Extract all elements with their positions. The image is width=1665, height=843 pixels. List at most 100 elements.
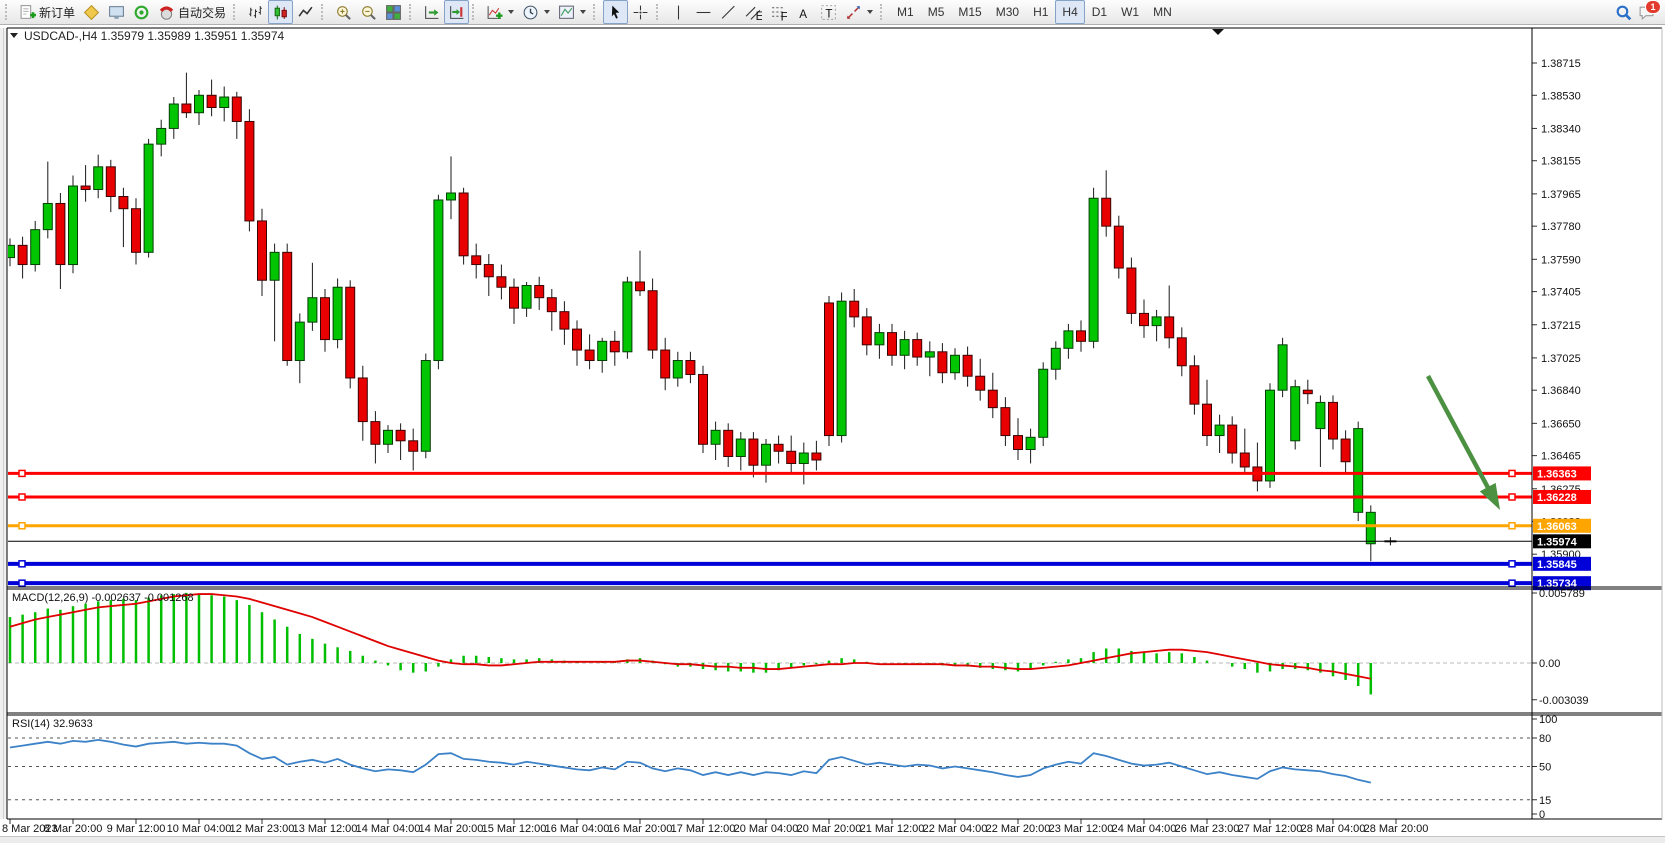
tf-m5-label: M5	[928, 5, 945, 19]
bear-candle	[182, 104, 191, 113]
svg-text:1.36063: 1.36063	[1537, 521, 1577, 533]
price-tick-label: 1.37025	[1541, 353, 1581, 365]
bear-candle	[81, 186, 90, 189]
time-tick-label: 13 Mar 12:00	[293, 823, 358, 835]
auto-scroll-button[interactable]	[419, 0, 444, 24]
tf-mn-label: MN	[1153, 5, 1172, 19]
time-tick-label: 22 Mar 04:00	[923, 823, 988, 835]
candlestick-chart-button[interactable]	[268, 0, 293, 24]
cursor-button[interactable]	[603, 0, 628, 24]
bull-candle	[1026, 437, 1035, 449]
vertical-line-button[interactable]	[666, 0, 691, 24]
trendline-button[interactable]	[716, 0, 741, 24]
bar-chart-button[interactable]	[243, 0, 268, 24]
horizontal-line-button[interactable]	[691, 0, 716, 24]
support-line-blue-2-handle[interactable]	[1509, 580, 1515, 586]
bear-candle	[510, 287, 519, 308]
time-tick-label: 22 Mar 20:00	[986, 823, 1051, 835]
symbol-ohlc-title: USDCAD-,H4 1.35979 1.35989 1.35951 1.359…	[24, 29, 285, 43]
charts-button[interactable]	[79, 0, 104, 24]
crosshair-button[interactable]	[628, 0, 653, 24]
tf-m30-button[interactable]: M30	[989, 0, 1026, 24]
text-label-button[interactable]: T	[816, 0, 841, 24]
bear-candle	[18, 245, 27, 264]
bear-candle	[1177, 338, 1186, 366]
time-tick-label: 17 Mar 12:00	[671, 823, 736, 835]
bear-candle	[560, 312, 569, 329]
toolbar-grip[interactable]	[233, 4, 239, 20]
tf-m1-button[interactable]: M1	[890, 0, 921, 24]
bear-candle	[573, 329, 582, 350]
toolbar-grip[interactable]	[409, 4, 415, 20]
resistance-line-2-handle[interactable]	[19, 494, 25, 500]
tf-h4-button[interactable]: H4	[1055, 0, 1084, 24]
search-button[interactable]	[1615, 4, 1632, 21]
time-tick-label: 16 Mar 04:00	[545, 823, 610, 835]
charts-icon	[83, 4, 100, 21]
toolbar-grip[interactable]	[5, 4, 11, 20]
time-tick-label: 10 Mar 04:00	[167, 823, 232, 835]
bear-candle	[232, 97, 241, 121]
auto-trading-button[interactable]: 自动交易	[154, 0, 230, 24]
resistance-line-1-handle[interactable]	[19, 470, 25, 476]
vertical-line-icon	[670, 4, 687, 21]
toolbar-grip[interactable]	[472, 4, 478, 20]
time-tick-label: 24 Mar 04:00	[1112, 823, 1177, 835]
price-tick-label: 1.37590	[1541, 254, 1581, 266]
bull-candle	[447, 193, 456, 200]
tf-mn-button[interactable]: MN	[1146, 0, 1179, 24]
bear-candle	[484, 265, 493, 277]
time-tick-label: 16 Mar 20:00	[608, 823, 673, 835]
equidistant-channel-button[interactable]: E	[741, 0, 766, 24]
price-tick-label: 1.37965	[1541, 189, 1581, 201]
support-line-orange-handle[interactable]	[1509, 523, 1515, 529]
support-line-blue-1-handle[interactable]	[19, 561, 25, 567]
price-tick-label: 1.37215	[1541, 320, 1581, 332]
tf-d1-button[interactable]: D1	[1085, 0, 1114, 24]
signals-button[interactable]	[129, 0, 154, 24]
indicators-list-button[interactable]	[482, 0, 518, 24]
bull-candle	[1051, 348, 1060, 369]
periods-button[interactable]	[518, 0, 554, 24]
toolbar-grip[interactable]	[656, 4, 662, 20]
text-button[interactable]: A	[791, 0, 816, 24]
bear-candle	[610, 341, 619, 351]
chart-shift-button[interactable]	[444, 0, 469, 24]
time-tick-label: 8 Mar 20:00	[44, 823, 103, 835]
line-chart-button[interactable]	[293, 0, 318, 24]
auto-trading-icon	[158, 4, 175, 21]
zoom-out-button[interactable]	[356, 0, 381, 24]
support-line-blue-2-handle[interactable]	[19, 580, 25, 586]
tf-h1-button[interactable]: H1	[1026, 0, 1055, 24]
toolbar-grip[interactable]	[593, 4, 599, 20]
support-line-orange-handle[interactable]	[19, 523, 25, 529]
bull-candle	[711, 430, 720, 444]
bull-candle	[421, 361, 430, 452]
resistance-line-2-handle[interactable]	[1509, 494, 1515, 500]
bear-candle	[1127, 268, 1136, 313]
arrows-icon	[845, 4, 862, 21]
bull-candle	[1064, 331, 1073, 348]
fibonacci-retracement-button[interactable]: F	[766, 0, 791, 24]
templates-button[interactable]	[554, 0, 590, 24]
tf-w1-button[interactable]: W1	[1114, 0, 1146, 24]
market-watch-button[interactable]	[104, 0, 129, 24]
notifications-button[interactable]: 1	[1638, 4, 1655, 21]
bear-candle	[459, 193, 468, 256]
tf-m15-button[interactable]: M15	[951, 0, 988, 24]
price-chart-canvas[interactable]: 1.387151.385301.383401.381551.379651.377…	[0, 25, 1665, 843]
tile-windows-button[interactable]	[381, 0, 406, 24]
support-line-blue-1-handle[interactable]	[1509, 561, 1515, 567]
bear-candle	[862, 317, 871, 345]
zoom-in-button[interactable]	[331, 0, 356, 24]
bull-candle	[875, 333, 884, 345]
tf-m5-button[interactable]: M5	[921, 0, 952, 24]
time-tick-label: 9 Mar 12:00	[107, 823, 166, 835]
bull-candle	[1278, 345, 1287, 390]
arrows-button[interactable]	[841, 0, 877, 24]
resistance-line-1-handle[interactable]	[1509, 470, 1515, 476]
candlestick-chart-icon	[272, 4, 289, 21]
toolbar-grip[interactable]	[321, 4, 327, 20]
toolbar-grip[interactable]	[880, 4, 886, 20]
new-order-button[interactable]: 新订单	[15, 0, 79, 24]
